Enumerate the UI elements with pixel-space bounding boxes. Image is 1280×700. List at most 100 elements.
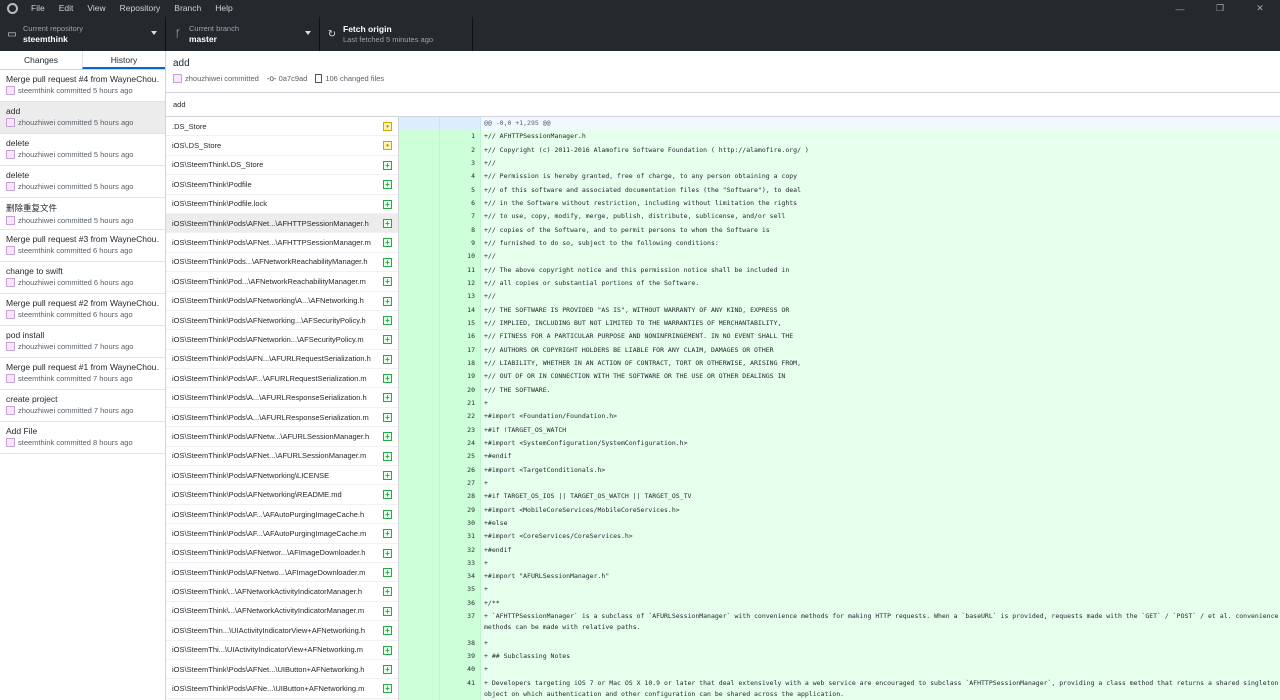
diff-line-code: +// [484, 252, 496, 261]
commit-list-item[interactable]: delete zhouzhiwei committed 5 hours ago [0, 166, 165, 198]
menu-item-edit[interactable]: Edit [52, 0, 81, 17]
commit-list-item[interactable]: Merge pull request #4 from WayneChou… ste… [0, 70, 165, 102]
commit-author-time: zhouzhiwei committed 5 hours ago [18, 118, 134, 127]
diff-line-code: + [484, 665, 488, 674]
file-path: .DS_Store [172, 121, 207, 131]
commit-sha[interactable]: 0a7c9ad [279, 74, 308, 83]
commit-list-item[interactable]: Merge pull request #3 from WayneChou… ste… [0, 230, 165, 262]
commit-title: Merge pull request #3 from WayneChou… [6, 234, 159, 244]
menu-item-repository[interactable]: Repository [113, 0, 168, 17]
menu-item-branch[interactable]: Branch [167, 0, 208, 17]
file-path: iOS\SteemThink\Podfile.lock [172, 199, 268, 209]
file-row[interactable]: iOS\SteemThink\.DS_Store + [166, 156, 398, 176]
commit-title: Merge pull request #2 from WayneChou… [6, 298, 159, 308]
file-row[interactable]: iOS\SteemThink\Pods\AFNetworking...\AFSe… [166, 311, 398, 331]
new-line-number: 15 [440, 316, 481, 331]
commit-list-item[interactable]: Add File steemthink committed 8 hours ago [0, 422, 165, 454]
tab-history[interactable]: History [82, 51, 165, 69]
new-line-number: 40 [440, 663, 481, 677]
menu-item-help[interactable]: Help [208, 0, 239, 17]
avatar [6, 342, 15, 351]
file-row[interactable]: iOS\SteemThink\Pods\AFNet...\AFHTTPSessi… [166, 213, 398, 234]
file-row[interactable]: iOS\SteemThink\Pods\AFNetworkin...\AFSec… [166, 330, 398, 350]
file-row[interactable]: iOS\SteemThink\Pods\AFNet...\AFHTTPSessi… [166, 233, 398, 253]
file-row[interactable]: iOS\SteemThink\Pods\AF...\AFAutoPurgingI… [166, 524, 398, 544]
file-row[interactable]: iOS\SteemThink\Pods\AF...\AFAutoPurgingI… [166, 505, 398, 525]
commit-author-time: zhouzhiwei committed 5 hours ago [18, 216, 134, 225]
commit-summary: add [173, 58, 190, 69]
file-path: iOS\SteemThink\Pods\AFNetworking\LICENSE [172, 470, 330, 480]
commit-list-item[interactable]: pod install zhouzhiwei committed 7 hours … [0, 326, 165, 358]
avatar [6, 278, 15, 287]
current-branch-button[interactable]: ᚴ Current branch master [166, 17, 320, 51]
diff-line: 39 + ## Subclassing Notes [399, 650, 1280, 664]
file-row[interactable]: iOS\SteemThink\Pods\AFNetwo...\AFImageDo… [166, 563, 398, 583]
commit-list-item[interactable]: Merge pull request #2 from WayneChou… ste… [0, 294, 165, 326]
file-row[interactable]: iOS\SteemThink\Pods\AFNetw...\AFURLSessi… [166, 427, 398, 447]
file-row[interactable]: iOS\SteemThink\Pods\AFNetworking\A...\AF… [166, 292, 398, 311]
diff-line-code: + [484, 398, 488, 407]
file-row[interactable]: iOS\SteemThink\Podfile.lock + [166, 195, 398, 214]
avatar [6, 182, 15, 191]
file-row[interactable]: iOS\SteemThink\Pods...\AFNetworkReachabi… [166, 253, 398, 273]
file-row[interactable]: iOS\.DS_Store • [166, 136, 398, 156]
new-line-number: 28 [440, 490, 481, 504]
commit-list-item[interactable]: change to swift zhouzhiwei committed 6 ho… [0, 262, 165, 294]
chevron-down-icon [151, 31, 157, 35]
file-row[interactable]: iOS\SteemThink\...\AFNetworkActivityIndi… [166, 602, 398, 622]
file-row[interactable]: iOS\SteemThink\Pods\AFNet...\AFURLSessio… [166, 447, 398, 467]
new-line-number: 31 [440, 530, 481, 544]
avatar [6, 150, 15, 159]
commit-meta: zhouzhiwei committed 7 hours ago [6, 406, 159, 415]
diff-line: 6 +// in the Software without restriction… [399, 196, 1280, 211]
file-added-icon: + [383, 335, 392, 345]
close-icon[interactable]: ✕ [1240, 0, 1280, 17]
file-row[interactable]: iOS\SteemThink\Pods\AFN...\AFURLRequestS… [166, 350, 398, 370]
minimize-icon[interactable]: — [1160, 0, 1200, 17]
file-row[interactable]: iOS\SteemThink\Podfile + [166, 175, 398, 195]
commit-list-item[interactable]: create project zhouzhiwei committed 7 hou… [0, 390, 165, 422]
diff-line-code: +// copies of the Software, and to permi… [484, 225, 770, 234]
maximize-icon[interactable]: ❐ [1200, 0, 1240, 17]
fetch-origin-button[interactable]: ↻ Fetch origin Last fetched 5 minutes ag… [320, 17, 473, 51]
file-row[interactable]: iOS\SteemThink\...\AFNetworkActivityIndi… [166, 582, 398, 602]
avatar [6, 216, 15, 225]
file-row[interactable]: iOS\SteemThi...\UIActivityIndicatorView+… [166, 641, 398, 660]
file-row[interactable]: iOS\SteemThink\Pods\A...\AFURLResponseSe… [166, 408, 398, 428]
file-row[interactable]: iOS\SteemThink\Pods\AFNetwor...\AFImageD… [166, 544, 398, 563]
avatar [173, 74, 182, 83]
commit-meta: zhouzhiwei committed 5 hours ago [6, 118, 159, 127]
diff-line: 24 +#import <SystemConfiguration/SystemCo… [399, 436, 1280, 451]
file-added-icon: + [383, 529, 392, 539]
commit-list-item[interactable]: Merge pull request #1 from WayneChou… ste… [0, 358, 165, 390]
file-path: iOS\SteemThink\Pods...\AFNetworkReachabi… [172, 257, 368, 267]
file-row[interactable]: .DS_Store • [166, 117, 398, 137]
file-row[interactable]: iOS\SteemThink\Pod...\AFNetworkReachabil… [166, 272, 398, 292]
github-logo-icon [0, 0, 24, 17]
file-row[interactable]: iOS\SteemThink\Pods\AFNe...\UIButton+AFN… [166, 679, 398, 699]
file-path: iOS\SteemThink\Pods\AF...\AFAutoPurgingI… [172, 528, 367, 538]
old-line-number [399, 650, 440, 664]
diff-line-code: + [484, 558, 488, 567]
file-row[interactable]: iOS\SteemThink\Pods\AF...\AFURLRequestSe… [166, 369, 398, 389]
diff-line-code: +#import <MobileCoreServices/MobileCoreS… [484, 505, 680, 514]
fetch-title: Fetch origin [343, 24, 392, 34]
tab-changes[interactable]: Changes [0, 51, 82, 69]
commit-list-item[interactable]: delete zhouzhiwei committed 5 hours ago [0, 134, 165, 166]
file-row[interactable]: iOS\SteemThin...\UIActivityIndicatorView… [166, 621, 398, 641]
hunk-text: @@ -0,0 +1,295 @@ [484, 119, 551, 127]
commit-list-item[interactable]: 删除重复文件 zhouzhiwei committed 5 hours ago [0, 198, 165, 230]
current-repository-button[interactable]: ▭ Current repository steemthink [0, 17, 166, 51]
diff-line: 22 +#import <Foundation/Foundation.h> [399, 410, 1280, 424]
file-row[interactable]: iOS\SteemThink\Pods\AFNet...\UIButton+AF… [166, 660, 398, 680]
diff-line: 5 +// of this software and associated doc… [399, 183, 1280, 197]
menu-item-file[interactable]: File [24, 0, 52, 17]
file-row[interactable]: iOS\SteemThink\Pods\A...\AFURLResponseSe… [166, 388, 398, 408]
commit-title: Merge pull request #1 from WayneChou… [6, 362, 159, 372]
diff-line: 40 + [399, 663, 1280, 677]
menu-item-view[interactable]: View [80, 0, 112, 17]
commit-list-item[interactable]: add zhouzhiwei committed 5 hours ago [0, 102, 165, 134]
file-row[interactable]: iOS\SteemThink\Pods\AFNetworking\LICENSE… [166, 466, 398, 486]
new-line-number: 20 [440, 383, 481, 397]
file-row[interactable]: iOS\SteemThink\Pods\AFNetworking\README.… [166, 485, 398, 505]
